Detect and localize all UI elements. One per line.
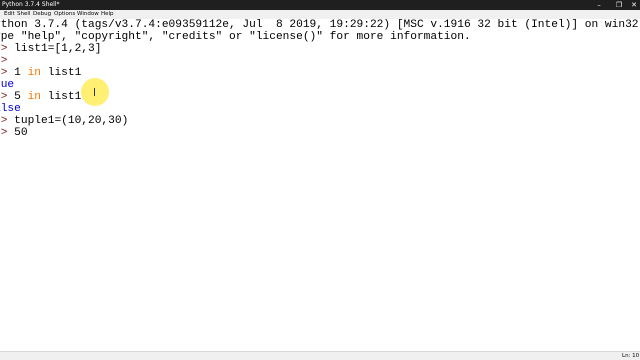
shell-prompt: >> (0, 67, 8, 79)
status-bar: Ln: 10 C (0, 351, 640, 360)
banner-line: ython 3.7.4 (tags/v3.7.4:e09359112e, Jul… (0, 19, 639, 31)
shell-line: >> list1=[1,2,3] (0, 43, 101, 55)
code-text: list1=[1,2,3] (14, 43, 102, 55)
code-text: 5 (14, 91, 28, 103)
menu-edit[interactable]: Edit (4, 10, 15, 19)
title-bar[interactable]: Python 3.7.4 Shell* – ❐ ✕ (0, 0, 640, 10)
keyword-in: in (27, 91, 42, 103)
shell-line: >> 50 (0, 127, 28, 139)
shell-prompt: >> (0, 91, 8, 103)
code-text: list1 (41, 67, 82, 79)
restore-icon[interactable]: ❐ (612, 0, 626, 10)
menu-window[interactable]: Window (77, 10, 99, 19)
shell-prompt: >> (0, 55, 8, 67)
window-title: Python 3.7.4 Shell* (2, 1, 60, 8)
mouse-cursor-highlight (81, 78, 109, 106)
code-text: tuple1=(10,20,30) (14, 115, 129, 127)
output-line: alse (0, 103, 21, 115)
keyword-in: in (27, 67, 42, 79)
menu-bar: Edit Shell Debug Options Window Help (0, 10, 640, 19)
menu-help[interactable]: Help (101, 10, 114, 19)
shell-line: >> 1 in list1 (0, 67, 81, 79)
shell-prompt: >> (0, 43, 8, 55)
shell-prompt: >> (0, 115, 8, 127)
i-beam-cursor-icon (94, 88, 95, 96)
shell-text-area[interactable]: ython 3.7.4 (tags/v3.7.4:e09359112e, Jul… (0, 19, 640, 351)
code-text: 1 (14, 67, 28, 79)
menu-debug[interactable]: Debug (33, 10, 51, 19)
output-line: rue (0, 79, 14, 91)
banner-text: ype "help", "copyright", "credits" or "l… (0, 31, 471, 43)
banner-line: ype "help", "copyright", "credits" or "l… (0, 31, 471, 43)
minimize-icon[interactable]: – (592, 0, 606, 10)
cursor-position: Ln: 10 C (622, 353, 640, 359)
close-icon[interactable]: ✕ (627, 0, 640, 10)
code-text: 50 (14, 127, 28, 139)
shell-line: >> tuple1=(10,20,30) (0, 115, 128, 127)
idle-shell-window: Python 3.7.4 Shell* – ❐ ✕ Edit Shell Deb… (0, 0, 640, 360)
menu-options[interactable]: Options (54, 10, 75, 19)
shell-prompt: >> (0, 127, 8, 139)
shell-line: >> 5 in list1 (0, 91, 81, 103)
output-text: rue (0, 79, 15, 91)
output-text: alse (0, 103, 21, 115)
code-text: list1 (41, 91, 82, 103)
banner-text: ython 3.7.4 (tags/v3.7.4:e09359112e, Jul… (0, 19, 639, 31)
shell-line: >> (0, 55, 14, 67)
menu-shell[interactable]: Shell (17, 10, 30, 19)
